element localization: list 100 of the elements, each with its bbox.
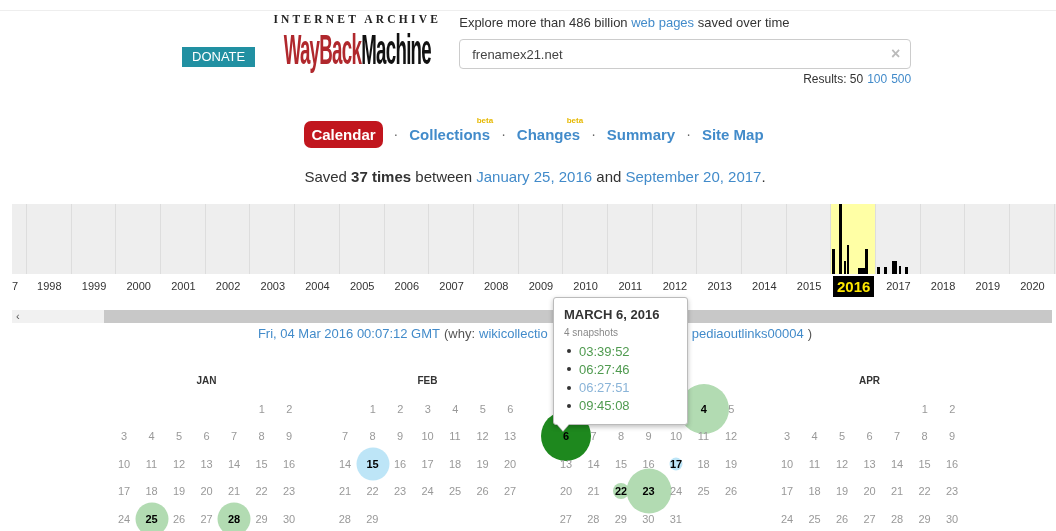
calendar-day[interactable]: 28 (587, 512, 600, 525)
snapshot-time-link[interactable]: 03:39:52 (579, 343, 630, 359)
calendar-day[interactable]: 24 (421, 485, 434, 498)
year-label[interactable]: 2004 (305, 280, 330, 292)
calendar-day[interactable]: 14 (338, 457, 352, 470)
calendar-day[interactable]: 1 (921, 402, 928, 415)
calendar-day[interactable]: 21 (338, 485, 352, 498)
snapshot-time-link[interactable]: 06:27:46 (579, 361, 630, 377)
year-label[interactable]: 2016 (833, 275, 875, 297)
year-label[interactable]: 2007 (439, 280, 464, 292)
year-label[interactable]: 2020 (1020, 280, 1045, 292)
results-link[interactable]: 500 (891, 72, 912, 86)
calendar-day[interactable]: 25 (697, 485, 710, 498)
calendar-day[interactable]: 30 (282, 512, 296, 525)
calendar-day[interactable]: 25 (808, 512, 821, 525)
calendar-day[interactable]: 24 (117, 512, 131, 525)
calendar-day[interactable]: 6 (203, 430, 210, 443)
calendar-day[interactable]: 20 (503, 457, 517, 470)
calendar-day[interactable]: 15 (255, 457, 268, 470)
calendar-day[interactable]: 6 (866, 430, 873, 443)
calendar-day[interactable]: 17 (780, 485, 794, 498)
calendar-day[interactable]: 29 (255, 512, 268, 525)
nav-tab[interactable]: Calendar (304, 120, 383, 148)
calendar-day[interactable]: 19 (835, 485, 849, 498)
calendar-day[interactable]: 12 (172, 457, 186, 470)
year-label[interactable]: 2015 (796, 280, 822, 292)
calendar-day[interactable]: 13 (863, 457, 876, 470)
calendar-day[interactable]: 24 (780, 512, 794, 525)
calendar-day[interactable]: 3 (783, 430, 791, 443)
year-label[interactable]: 2008 (483, 280, 509, 292)
calendar-day[interactable]: 8 (921, 430, 928, 443)
calendar-day[interactable]: 9 (948, 430, 956, 443)
calendar-day[interactable]: 10 (117, 457, 131, 470)
calendar-day[interactable]: 1 (369, 402, 376, 415)
calendar-day[interactable]: 26 (476, 485, 489, 498)
calendar-day[interactable]: 5 (838, 430, 846, 443)
calendar-day[interactable]: 12 (724, 430, 738, 443)
year-label[interactable]: 2018 (930, 280, 956, 292)
nav-tab[interactable]: Summary (606, 121, 676, 147)
calendar-day[interactable]: 3 (120, 430, 128, 443)
calendar-day[interactable]: 21 (587, 485, 600, 498)
collection-link[interactable]: pediaoutlinks00004 (691, 325, 804, 343)
calendar-day[interactable]: 7 (590, 430, 597, 443)
results-link[interactable]: 100 (867, 72, 888, 86)
calendar-day[interactable]: 11 (449, 430, 461, 443)
calendar-day[interactable]: 19 (724, 457, 738, 470)
calendar-day[interactable]: 14 (587, 457, 600, 470)
calendar-day[interactable]: 30 (642, 512, 655, 525)
calendar-day[interactable]: 20 (863, 485, 876, 498)
first-capture-link[interactable]: January 25, 2016 (476, 168, 593, 185)
calendar-day[interactable]: 29 (614, 512, 627, 525)
last-capture-link[interactable]: September 20, 2017 (625, 168, 762, 185)
histogram-bar[interactable] (839, 204, 842, 274)
calendar-day[interactable]: 15 (614, 457, 628, 470)
calendar-day[interactable]: 4 (700, 402, 707, 415)
calendar-day[interactable]: 9 (396, 430, 404, 443)
calendar-day[interactable]: 6 (562, 430, 570, 443)
calendar-day[interactable]: 27 (559, 512, 572, 525)
calendar-day[interactable]: 25 (448, 485, 462, 498)
calendar-day[interactable]: 22 (255, 485, 268, 498)
calendar-day[interactable]: 9 (285, 430, 293, 443)
calendar-day[interactable]: 31 (669, 512, 682, 525)
calendar-day[interactable]: 13 (559, 457, 573, 470)
capture-time-link[interactable]: Fri, 04 Mar 2016 00:07:12 GMT (257, 325, 440, 343)
year-label[interactable]: 2017 (886, 280, 911, 292)
donate-button[interactable]: DONATE (182, 47, 256, 67)
calendar-day[interactable]: 15 (366, 457, 379, 470)
calendar-day[interactable]: 26 (724, 485, 738, 498)
snapshot-time-link[interactable]: 09:45:08 (579, 398, 630, 414)
calendar-day[interactable]: 26 (835, 512, 849, 525)
calendar-day[interactable]: 27 (200, 512, 213, 525)
calendar-day[interactable]: 11 (808, 457, 821, 470)
calendar-day[interactable]: 20 (559, 485, 573, 498)
calendar-day[interactable]: 28 (338, 512, 351, 525)
calendar-day[interactable]: 4 (452, 402, 459, 415)
calendar-day[interactable]: 23 (282, 485, 296, 498)
calendar-day[interactable]: 5 (728, 402, 735, 415)
year-label[interactable]: 1999 (81, 280, 107, 292)
calendar-day[interactable]: 29 (918, 512, 931, 525)
calendar-day[interactable]: 16 (945, 457, 959, 470)
year-label[interactable]: 2013 (707, 280, 732, 292)
calendar-day[interactable]: 18 (808, 485, 821, 498)
calendar-day[interactable]: 6 (507, 402, 514, 415)
calendar-day[interactable]: 12 (835, 457, 849, 470)
histogram-bar[interactable] (905, 267, 908, 274)
calendar-day[interactable]: 8 (369, 430, 376, 443)
collection-link[interactable]: wikicollectio (479, 325, 548, 343)
calendar-day[interactable]: 21 (890, 485, 904, 498)
calendar-day[interactable]: 4 (148, 430, 155, 443)
year-label[interactable]: 7 (12, 280, 19, 292)
calendar-day[interactable]: 2 (286, 402, 293, 415)
wayback-logo[interactable]: WayBackMachine (283, 27, 431, 73)
histogram-bar[interactable] (884, 267, 887, 274)
calendar-day[interactable]: 3 (424, 402, 431, 415)
year-label[interactable]: 2006 (394, 280, 420, 292)
calendar-day[interactable]: 21 (227, 485, 241, 498)
calendar-day[interactable]: 17 (669, 457, 683, 470)
calendar-day[interactable]: 10 (780, 457, 794, 470)
calendar-day[interactable]: 22 (366, 485, 379, 498)
calendar-day[interactable]: 5 (175, 430, 183, 443)
